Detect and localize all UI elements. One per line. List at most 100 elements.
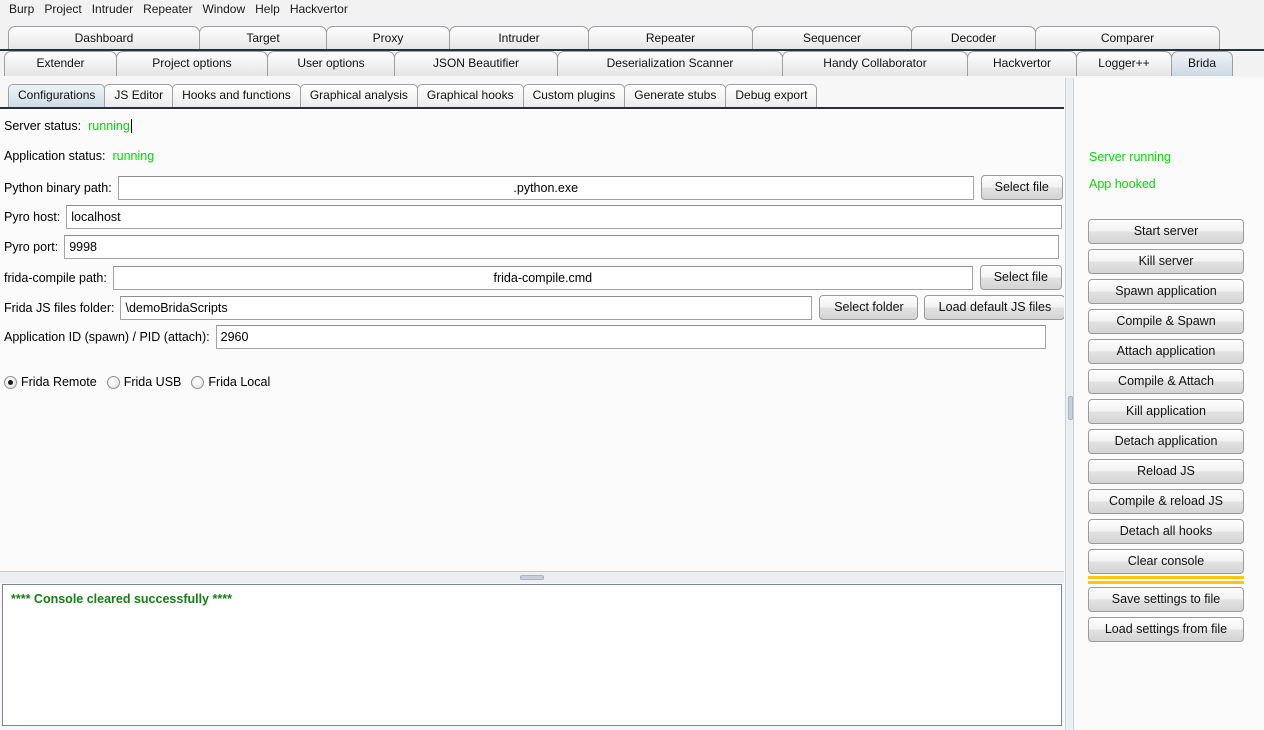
compile-and-reload-js-button[interactable]: Compile & reload JS (1088, 489, 1244, 514)
server-status-value: running (88, 119, 130, 133)
radio-frida-local-icon[interactable] (191, 375, 205, 389)
radio-frida-remote-label: Frida Remote (21, 375, 97, 389)
attach-application-button[interactable]: Attach application (1088, 339, 1244, 364)
radio-option-frida-local[interactable]: Frida Local (191, 375, 278, 389)
yellow-separator-bottom (1088, 581, 1244, 584)
detach-application-button[interactable]: Detach application (1088, 429, 1244, 454)
vertical-splitter-handle[interactable] (1068, 396, 1073, 420)
menu-item-window[interactable]: Window (197, 1, 250, 17)
radio-frida-local-label: Frida Local (208, 375, 271, 389)
application-id-row: Application ID (spawn) / PID (attach): 2… (4, 325, 1064, 349)
menu-item-intruder[interactable]: Intruder (87, 1, 138, 17)
frida-compile-select-file-button[interactable]: Select file (979, 265, 1062, 290)
frida-js-folder-input[interactable]: \demoBridaScripts (120, 295, 813, 320)
kill-server-button[interactable]: Kill server (1088, 249, 1244, 274)
python-binary-path-input[interactable]: .python.exe (117, 175, 974, 200)
application-status-label: Application status: (4, 149, 106, 163)
radio-frida-usb-icon[interactable] (106, 375, 120, 389)
tab-deserialization-scanner[interactable]: Deserialization Scanner (557, 51, 783, 76)
pyro-port-input[interactable]: 9998 (64, 235, 1060, 259)
menu-item-help[interactable]: Help (250, 1, 285, 17)
start-server-button[interactable]: Start server (1088, 219, 1244, 244)
subtab-generate-stubs[interactable]: Generate stubs (624, 84, 727, 107)
brida-sub-tabs: Configurations JS Editor Hooks and funct… (0, 84, 1064, 108)
server-status-label: Server status: (4, 119, 82, 133)
radio-frida-remote-icon[interactable] (4, 375, 17, 389)
pyro-host-label: Pyro host: (4, 210, 61, 224)
main-tab-row-2: Extender Project options User options JS… (0, 51, 1264, 76)
tab-extender[interactable]: Extender (4, 51, 117, 76)
server-status-row: Server status: running (4, 119, 1064, 133)
subtab-debug-export[interactable]: Debug export (725, 84, 818, 107)
tab-handy-collaborator[interactable]: Handy Collaborator (782, 51, 968, 76)
tab-sequencer[interactable]: Sequencer (752, 26, 912, 51)
subtab-configurations[interactable]: Configurations (8, 84, 106, 107)
radio-frida-usb-label: Frida USB (123, 375, 182, 389)
application-status-row: Application status: running (4, 149, 1064, 163)
vertical-splitter[interactable] (1065, 78, 1074, 730)
subtab-graphical-analysis[interactable]: Graphical analysis (299, 84, 418, 107)
tab-decoder[interactable]: Decoder (911, 26, 1036, 51)
pyro-host-row: Pyro host: localhost (4, 205, 1064, 229)
horizontal-splitter[interactable] (0, 571, 1064, 583)
save-settings-to-file-button[interactable]: Save settings to file (1088, 587, 1244, 612)
frida-compile-path-row: frida-compile path: frida-compile.cmd Se… (4, 265, 1064, 290)
app-hooked-status: App hooked (1089, 177, 1156, 191)
reload-js-button[interactable]: Reload JS (1088, 459, 1244, 484)
menu-item-project[interactable]: Project (39, 1, 86, 17)
frida-mode-radio-group: Frida Remote Frida USB Frida Local (4, 375, 280, 389)
pyro-port-row: Pyro port: 9998 (4, 235, 1064, 259)
brida-content: Configurations JS Editor Hooks and funct… (0, 78, 1264, 730)
select-folder-button[interactable]: Select folder (819, 295, 919, 320)
frida-js-folder-row: Frida JS files folder: \demoBridaScripts… (4, 295, 1064, 320)
tab-comparer[interactable]: Comparer (1035, 26, 1220, 51)
compile-and-attach-button[interactable]: Compile & Attach (1088, 369, 1244, 394)
tab-brida[interactable]: Brida (1171, 51, 1233, 76)
tab-loggerpp[interactable]: Logger++ (1076, 51, 1172, 76)
tab-project-options[interactable]: Project options (116, 51, 268, 76)
subtab-js-editor[interactable]: JS Editor (104, 84, 174, 107)
console-output[interactable]: **** Console cleared successfully **** (2, 584, 1062, 726)
application-id-input[interactable]: 2960 (215, 325, 1046, 349)
pyro-port-label: Pyro port: (4, 240, 59, 254)
frida-compile-path-input[interactable]: frida-compile.cmd (112, 265, 973, 290)
clear-console-button[interactable]: Clear console (1088, 549, 1244, 574)
tab-user-options[interactable]: User options (267, 51, 395, 76)
splitter-handle[interactable] (520, 575, 544, 580)
application-status-value: running (112, 149, 155, 163)
load-settings-from-file-button[interactable]: Load settings from file (1088, 617, 1244, 642)
main-tab-strip: Dashboard Target Proxy Intruder Repeater… (0, 18, 1264, 96)
tab-json-beautifier[interactable]: JSON Beautifier (394, 51, 558, 76)
menu-item-repeater[interactable]: Repeater (138, 1, 197, 17)
yellow-separator-top (1088, 576, 1244, 579)
radio-option-frida-usb[interactable]: Frida USB (106, 375, 190, 389)
subtab-graphical-hooks[interactable]: Graphical hooks (416, 84, 524, 107)
subtab-hooks-and-functions[interactable]: Hooks and functions (172, 84, 301, 107)
application-id-label: Application ID (spawn) / PID (attach): (4, 330, 210, 344)
compile-and-spawn-button[interactable]: Compile & Spawn (1088, 309, 1244, 334)
detach-all-hooks-button[interactable]: Detach all hooks (1088, 519, 1244, 544)
subtab-custom-plugins[interactable]: Custom plugins (522, 84, 626, 107)
spawn-application-button[interactable]: Spawn application (1088, 279, 1244, 304)
radio-option-frida-remote[interactable]: Frida Remote (4, 375, 105, 389)
tab-repeater[interactable]: Repeater (588, 26, 753, 51)
console-line: **** Console cleared successfully **** (11, 592, 232, 606)
frida-compile-path-label: frida-compile path: (4, 270, 107, 285)
tab-target[interactable]: Target (199, 26, 327, 51)
text-caret (130, 119, 132, 133)
tab-hackvertor[interactable]: Hackvertor (967, 51, 1077, 76)
tab-dashboard[interactable]: Dashboard (8, 26, 200, 51)
tab-intruder[interactable]: Intruder (449, 26, 589, 51)
configurations-panel: Server status: running Application statu… (0, 109, 1064, 571)
python-binary-select-file-button[interactable]: Select file (980, 175, 1063, 200)
server-running-status: Server running (1089, 150, 1171, 164)
load-default-js-files-button[interactable]: Load default JS files (924, 295, 1064, 320)
python-binary-path-row: Python binary path: .python.exe Select f… (4, 175, 1064, 200)
tab-proxy[interactable]: Proxy (326, 26, 450, 51)
pyro-host-input[interactable]: localhost (66, 205, 1063, 229)
main-tab-row-1: Dashboard Target Proxy Intruder Repeater… (0, 26, 1264, 51)
brida-burp-window: Burp Project Intruder Repeater Window He… (0, 0, 1264, 730)
menu-item-burp[interactable]: Burp (4, 1, 39, 17)
kill-application-button[interactable]: Kill application (1088, 399, 1244, 424)
menu-item-hackvertor[interactable]: Hackvertor (285, 1, 353, 17)
